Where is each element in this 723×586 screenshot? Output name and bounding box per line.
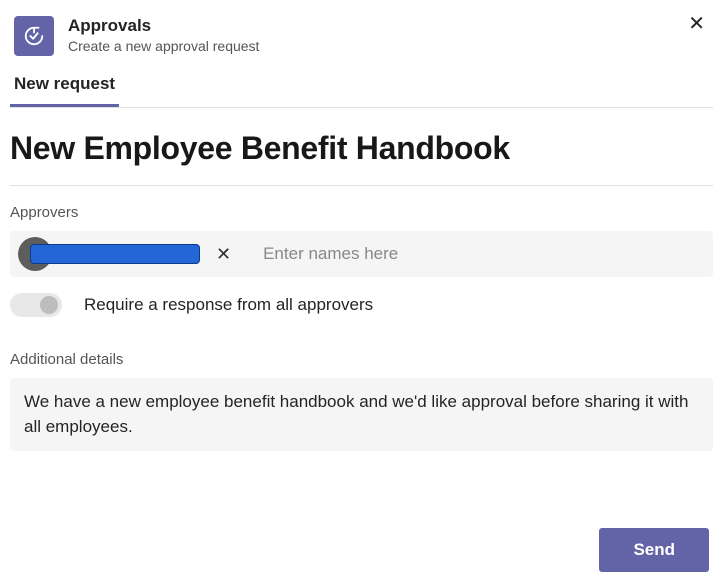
approver-chip[interactable]: ✕	[18, 236, 241, 272]
approvers-field[interactable]: ✕	[10, 231, 713, 277]
app-subtitle: Create a new approval request	[68, 38, 259, 54]
header-titles: Approvals Create a new approval request	[68, 16, 259, 54]
request-title: New Employee Benefit Handbook	[10, 130, 713, 167]
additional-details-field[interactable]: We have a new employee benefit handbook …	[10, 378, 713, 451]
close-button[interactable]: ✕	[684, 10, 709, 38]
require-all-toggle-row: Require a response from all approvers	[10, 293, 713, 317]
remove-approver-button[interactable]: ✕	[212, 244, 235, 265]
require-all-toggle[interactable]	[10, 293, 62, 317]
dialog-header: Approvals Create a new approval request …	[0, 0, 723, 66]
approvals-checkmark-arrow-icon	[23, 25, 45, 47]
tab-new-request[interactable]: New request	[10, 66, 119, 107]
send-button[interactable]: Send	[599, 528, 709, 572]
close-icon: ✕	[216, 244, 231, 264]
approvers-label: Approvers	[10, 204, 713, 221]
require-all-label: Require a response from all approvers	[84, 295, 373, 315]
approvers-input[interactable]	[247, 244, 705, 264]
approver-name-redacted	[30, 244, 200, 264]
app-title: Approvals	[68, 16, 259, 36]
divider	[10, 185, 713, 186]
content-area: New Employee Benefit Handbook Approvers …	[0, 108, 723, 451]
details-text: We have a new employee benefit handbook …	[24, 392, 688, 436]
footer-actions: Send	[599, 528, 709, 572]
close-icon: ✕	[688, 13, 705, 35]
toggle-knob	[40, 296, 58, 314]
tab-bar: New request	[0, 66, 723, 107]
approvals-app-icon	[14, 16, 54, 56]
details-label: Additional details	[10, 351, 713, 368]
